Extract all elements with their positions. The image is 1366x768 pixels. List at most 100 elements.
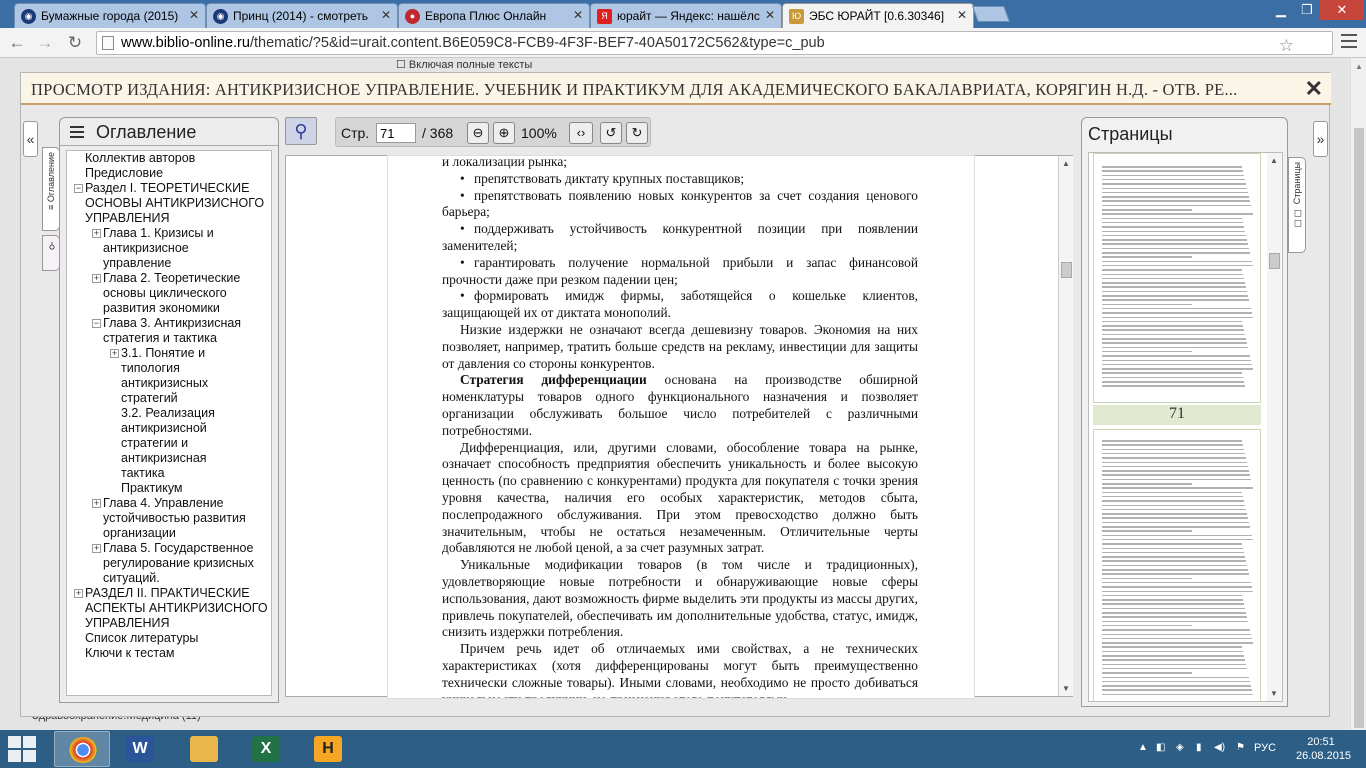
close-icon[interactable]: ✕ <box>573 8 583 22</box>
thumbnail-text-line <box>1102 320 1242 323</box>
toc-item[interactable]: Предисловие <box>85 166 265 181</box>
start-button[interactable] <box>8 736 38 762</box>
star-icon[interactable]: ☆ <box>1279 36 1294 54</box>
expand-icon[interactable]: + <box>92 499 101 508</box>
scrollbar-thumb[interactable] <box>1269 253 1280 269</box>
address-bar[interactable]: www.biblio-online.ru/thematic/?5&id=urai… <box>96 31 1333 55</box>
scroll-down-icon[interactable]: ▼ <box>1270 689 1278 698</box>
tab-5[interactable]: Ю ЭБС ЮРАЙТ [0.6.30346] ✕ <box>782 3 974 28</box>
thumbnail-text-line <box>1102 642 1253 644</box>
menu-icon[interactable] <box>1341 34 1357 48</box>
scroll-up-icon[interactable]: ▲ <box>1062 159 1070 168</box>
close-icon[interactable]: ✕ <box>1305 76 1323 102</box>
scroll-down-icon[interactable]: ▼ <box>1062 684 1070 693</box>
tab-3[interactable]: ● Европа Плюс Онлайн ✕ <box>398 3 590 28</box>
tab-4[interactable]: Яюрайт — Яндекс: нашёлс ✕ <box>590 3 782 28</box>
taskbar-app-chrome[interactable] <box>54 731 110 767</box>
web-page: ☐ Включая полные тексты Здравоохранение.… <box>0 58 1350 730</box>
language-indicator[interactable]: РУС <box>1254 742 1276 754</box>
page-thumbnail[interactable] <box>1093 153 1261 403</box>
clock-time: 20:51 <box>1307 736 1335 748</box>
toc-item[interactable]: Ключи к тестам <box>85 646 265 661</box>
expand-icon[interactable]: + <box>110 349 119 358</box>
expand-icon[interactable]: + <box>92 229 101 238</box>
clock-date: 26.08.2015 <box>1296 750 1352 762</box>
toc-item[interactable]: + Глава 4. Управление устойчивостью разви… <box>92 496 263 541</box>
zoom-in-button[interactable]: ⊕ <box>493 122 515 144</box>
new-tab-button[interactable] <box>972 6 1010 22</box>
expand-icon[interactable]: + <box>74 589 83 598</box>
minimize-icon[interactable]: ▁ <box>1268 0 1294 20</box>
rotate-right-button[interactable]: ↻ <box>626 122 648 144</box>
windows-logo-icon <box>8 736 21 748</box>
flag-icon[interactable]: ⚑ <box>1236 742 1245 753</box>
toc-item[interactable]: Список литературы <box>85 631 265 646</box>
clock[interactable]: 20:51 26.08.2015 <box>1296 735 1352 763</box>
collapse-icon[interactable]: − <box>74 184 83 193</box>
back-icon[interactable]: ← <box>6 32 28 54</box>
maximize-icon[interactable]: ❐ <box>1294 0 1320 20</box>
thumbnail-text-line <box>1102 465 1248 468</box>
page-scrollbar[interactable]: ▲ <box>1350 58 1366 730</box>
toc-item[interactable]: + Глава 5. Государственное регулирование … <box>92 541 269 586</box>
scrollbar-thumb[interactable] <box>1061 262 1072 278</box>
taskbar-app-explorer[interactable] <box>176 731 232 767</box>
close-icon[interactable]: ✕ <box>765 8 775 22</box>
expand-icon[interactable]: + <box>92 544 101 553</box>
thumbnail-text-line <box>1102 487 1253 489</box>
taskbar-app-hotspot[interactable]: H <box>300 731 356 767</box>
network-icon[interactable]: ▮ <box>1196 742 1202 753</box>
word-icon: W <box>126 736 154 762</box>
thumbnail-text-line <box>1102 667 1247 670</box>
window-close-icon[interactable]: ✕ <box>1320 0 1364 20</box>
collapse-left-button[interactable]: « <box>23 121 38 157</box>
toc-item[interactable]: + Глава 2. Теоретические основы циклическ… <box>92 271 255 316</box>
pages-vertical-tab[interactable]: ☐☐ Страницы <box>1288 157 1306 253</box>
page-thumbnail[interactable] <box>1093 429 1261 701</box>
fit-width-button[interactable]: ‹› <box>569 122 593 144</box>
tab-2[interactable]: ◉ Принц (2014) - смотреть ✕ <box>206 3 398 28</box>
rotate-left-button[interactable]: ↺ <box>600 122 622 144</box>
toc-vertical-tab[interactable]: ≡ Оглавление <box>42 147 60 231</box>
toc-item[interactable]: − Глава 3. Антикризисная стратегия и такт… <box>92 316 257 346</box>
thumbnail-text-line <box>1102 676 1249 678</box>
search-button[interactable]: ⚲ <box>285 117 317 145</box>
taskbar-app-excel[interactable]: X <box>238 731 294 767</box>
toc-item[interactable]: Практикум <box>121 481 241 496</box>
paragraph: Уникальные модификации товаров (в том чи… <box>442 557 918 640</box>
scroll-up-icon[interactable]: ▲ <box>1270 156 1278 165</box>
toc-item[interactable]: + РАЗДЕЛ II. ПРАКТИЧЕСКИЕ АСПЕКТЫ АНТИКРИ… <box>74 586 271 631</box>
toc-item[interactable]: 3.2. Реализация антикризисной стратегии … <box>121 406 233 481</box>
close-icon[interactable]: ✕ <box>189 8 199 22</box>
close-icon[interactable]: ✕ <box>381 8 391 22</box>
toc-item[interactable]: − Раздел I. ТЕОРЕТИЧЕСКИЕ ОСНОВЫ АНТИКРИЗ… <box>74 181 265 226</box>
search-vertical-tab[interactable]: ⚲ <box>42 235 60 271</box>
scroll-up-icon[interactable]: ▲ <box>1355 62 1363 71</box>
thumbnail-text-line <box>1102 526 1250 528</box>
reload-icon[interactable]: ↻ <box>64 32 86 54</box>
thumbnail-text-line <box>1102 381 1244 383</box>
show-hidden-icons[interactable]: ▲ <box>1138 742 1148 753</box>
toc-item[interactable]: Коллектив авторов <box>85 151 265 166</box>
thumbnail-text-line <box>1102 504 1245 506</box>
expand-icon[interactable]: + <box>92 274 101 283</box>
forward-icon[interactable]: → <box>34 32 56 54</box>
close-icon[interactable]: ✕ <box>957 8 967 22</box>
collapse-icon[interactable]: − <box>92 319 101 328</box>
zoom-out-button[interactable]: ⊖ <box>467 122 489 144</box>
document-scrollbar[interactable]: ▲ ▼ <box>1058 156 1073 696</box>
tab-1[interactable]: ◉ Бумажные города (2015) ✕ <box>14 3 206 28</box>
pages-scrollbar[interactable]: ▲ ▼ <box>1267 153 1282 701</box>
toc-item[interactable]: + Глава 1. Кризисы и антикризисное управл… <box>92 226 228 271</box>
paragraph: и локализации рынка; <box>442 156 568 169</box>
document-viewer: ⚲ Стр. / 368 ⊖ ⊕ 100% ‹› ↺ ↻ и локализац… <box>285 117 1075 707</box>
tray-app-icon[interactable]: ◧ <box>1156 742 1165 753</box>
scrollbar-thumb[interactable] <box>1354 128 1364 728</box>
pages-title: Страницы <box>1088 124 1173 144</box>
tray-app-icon[interactable]: ◈ <box>1176 742 1184 753</box>
toc-item[interactable]: +3.1. Понятие и типология антикризисных … <box>110 346 221 406</box>
collapse-right-button[interactable]: » <box>1313 121 1328 157</box>
taskbar-app-word[interactable]: W <box>112 731 168 767</box>
volume-icon[interactable]: ◀) <box>1214 742 1225 753</box>
page-number-input[interactable] <box>376 123 416 143</box>
